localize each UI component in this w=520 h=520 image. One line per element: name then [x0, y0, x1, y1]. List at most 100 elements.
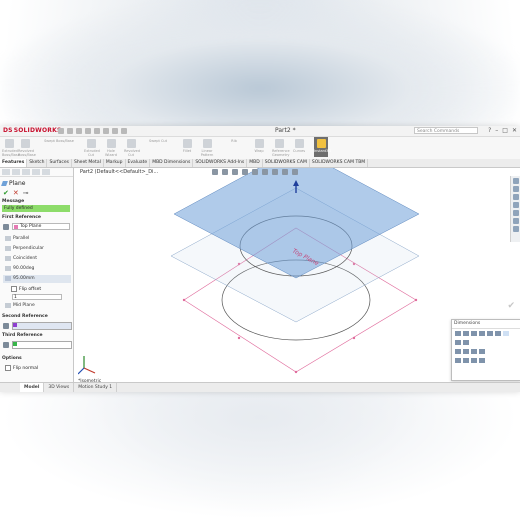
revolved-boss-button[interactable]: Revolved Boss/Base — [18, 139, 36, 157]
open-icon[interactable] — [67, 128, 73, 134]
tab-evaluate[interactable]: Evaluate — [126, 159, 151, 167]
scene-icon[interactable] — [292, 169, 298, 175]
search-commands-input[interactable]: Search Commands — [414, 127, 478, 134]
third-reference-header[interactable]: Third Reference — [2, 333, 43, 338]
tab-sketch[interactable]: Sketch — [27, 159, 48, 167]
tab-model[interactable]: Model — [20, 383, 45, 392]
save-icon[interactable] — [76, 128, 82, 134]
property-manager-tab-icon[interactable] — [12, 169, 20, 175]
tab-mbd-dimensions[interactable]: MBD Dimensions — [150, 159, 194, 167]
tab-cam-tbm[interactable]: SOLIDWORKS CAM TBM — [310, 159, 369, 167]
first-reference-field[interactable]: Top Plane — [12, 223, 70, 230]
swept-cut-button[interactable]: Swept Cut — [146, 139, 170, 143]
file-explorer-icon[interactable] — [513, 194, 519, 200]
instant3d-button[interactable]: Instant3D — [314, 137, 331, 157]
second-reference-header[interactable]: Second Reference — [2, 314, 48, 319]
radius-dimension-icon[interactable] — [463, 349, 469, 354]
zoom-fit-icon[interactable] — [212, 169, 218, 175]
tab-surfaces[interactable]: Surfaces — [47, 159, 72, 167]
tab-markup[interactable]: Markup — [104, 159, 126, 167]
angular-dimension-icon[interactable] — [463, 340, 469, 345]
section-view-icon[interactable] — [242, 169, 248, 175]
tab-addins[interactable]: SOLIDWORKS Add-Ins — [193, 159, 248, 167]
linear-pattern-button[interactable]: Linear Pattern — [200, 139, 214, 157]
fillet-button[interactable]: Fillet — [180, 139, 194, 153]
resources-icon[interactable] — [513, 178, 519, 184]
hole-wizard-button[interactable]: Hole Wizard — [104, 139, 118, 157]
instance-count-field[interactable]: 1 — [12, 294, 62, 300]
smart-dimension-icon[interactable] — [455, 331, 461, 336]
reference-geometry-button[interactable]: Reference Geometry — [272, 139, 290, 157]
tab-features[interactable]: Features — [0, 159, 28, 167]
design-library-icon[interactable] — [513, 186, 519, 192]
option-coincident[interactable]: Coincident — [5, 256, 37, 261]
option-mid-plane[interactable]: Mid Plane — [5, 303, 35, 308]
display-manager-tab-icon[interactable] — [42, 169, 50, 175]
message-header[interactable]: Message — [2, 199, 24, 204]
fully-define-icon[interactable] — [455, 358, 461, 363]
forum-icon[interactable] — [513, 226, 519, 232]
third-reference-field[interactable] — [12, 341, 72, 349]
confirmation-corner[interactable]: ✔ — [507, 301, 515, 311]
tab-cam[interactable]: SOLIDWORKS CAM — [263, 159, 310, 167]
option-parallel[interactable]: Parallel — [5, 236, 29, 241]
flip-offset-checkbox[interactable]: Flip offset — [11, 286, 41, 292]
wrap-button[interactable]: Wrap — [252, 139, 266, 153]
previous-view-icon[interactable] — [232, 169, 238, 175]
tab-sheet-metal[interactable]: Sheet Metal — [72, 159, 104, 167]
baseline-dimension-icon[interactable] — [479, 331, 485, 336]
curves-button[interactable]: Curves — [292, 139, 306, 153]
palette-active-icon[interactable] — [503, 331, 509, 336]
tab-mbd[interactable]: MBD — [247, 159, 263, 167]
swept-boss-button[interactable]: Swept Boss/Base — [44, 139, 74, 143]
select-icon[interactable] — [103, 128, 109, 134]
delete-relations-icon[interactable] — [479, 358, 485, 363]
new-icon[interactable] — [58, 128, 64, 134]
rib-button[interactable]: Rib — [222, 139, 246, 143]
relation-icon[interactable] — [455, 340, 461, 345]
second-reference-field[interactable] — [12, 322, 72, 330]
undo-icon[interactable] — [94, 128, 100, 134]
tab-motion-study[interactable]: Motion Study 1 — [74, 383, 118, 392]
maximize-button[interactable]: □ — [502, 127, 508, 134]
appearances-icon[interactable] — [513, 210, 519, 216]
print-icon[interactable] — [85, 128, 91, 134]
arc-length-icon[interactable] — [479, 349, 485, 354]
ok-check-icon[interactable]: ✔ — [3, 189, 9, 197]
dim-xpert-tab-icon[interactable] — [32, 169, 40, 175]
ordinate-dimension-icon[interactable] — [487, 331, 493, 336]
diameter-dimension-icon[interactable] — [471, 349, 477, 354]
option-perpendicular[interactable]: Perpendicular — [5, 246, 44, 251]
pin-icon[interactable]: ⊸ — [23, 189, 29, 197]
feature-breadcrumb[interactable]: Part2 (Default<<Default>_Di... — [80, 169, 158, 175]
zoom-area-icon[interactable] — [222, 169, 228, 175]
horizontal-dimension-icon[interactable] — [463, 331, 469, 336]
flip-normal-checkbox[interactable]: Flip normal — [5, 365, 38, 371]
options-header[interactable]: Options — [2, 356, 22, 361]
extruded-boss-button[interactable]: Extruded Boss/Base — [2, 139, 20, 157]
first-reference-header[interactable]: First Reference — [2, 215, 41, 220]
add-relation-icon[interactable] — [463, 358, 469, 363]
option-angle[interactable]: 90.00deg — [5, 266, 34, 271]
view-orientation-icon[interactable] — [252, 169, 258, 175]
help-button[interactable]: ? — [488, 127, 491, 134]
display-relations-icon[interactable] — [471, 358, 477, 363]
chamfer-dimension-icon[interactable] — [495, 331, 501, 336]
tab-3d-views[interactable]: 3D Views — [44, 383, 75, 392]
view-palette-icon[interactable] — [513, 202, 519, 208]
rebuild-icon[interactable] — [112, 128, 118, 134]
revolved-cut-button[interactable]: Revolved Cut — [124, 139, 140, 157]
vertical-dimension-icon[interactable] — [471, 331, 477, 336]
config-manager-tab-icon[interactable] — [22, 169, 30, 175]
display-style-icon[interactable] — [262, 169, 268, 175]
option-offset-distance[interactable]: 95.00mm — [5, 276, 35, 281]
minimize-button[interactable]: – — [495, 127, 498, 134]
close-button[interactable]: ✕ — [512, 127, 517, 134]
extruded-cut-button[interactable]: Extruded Cut — [84, 139, 100, 157]
path-length-icon[interactable] — [455, 349, 461, 354]
feature-tree-tab-icon[interactable] — [2, 169, 10, 175]
appearance-icon[interactable] — [282, 169, 288, 175]
hide-show-icon[interactable] — [272, 169, 278, 175]
options-icon[interactable] — [121, 128, 127, 134]
custom-properties-icon[interactable] — [513, 218, 519, 224]
